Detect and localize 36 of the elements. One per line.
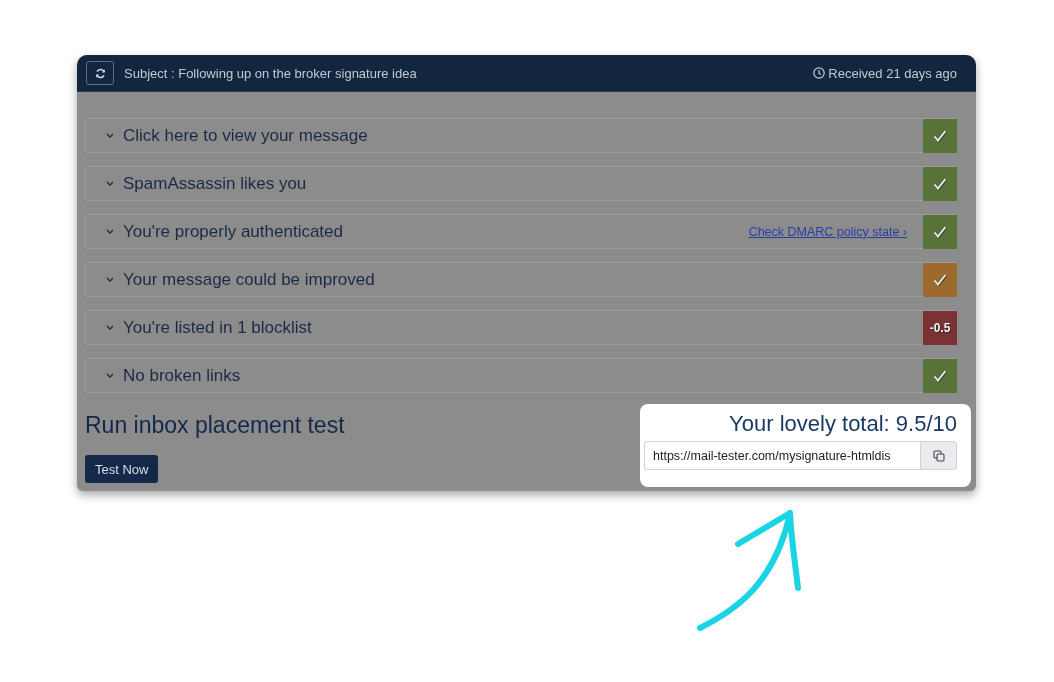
row-title: You're listed in 1 blocklist xyxy=(123,317,312,338)
accordion-row[interactable]: Click here to view your message xyxy=(85,118,957,153)
chevron-down-icon xyxy=(106,133,114,138)
accordion-row[interactable]: You're properly authenticated Check DMARC policy state › xyxy=(85,214,957,249)
tick-icon xyxy=(933,369,947,382)
subject-text: Subject : Following up on the broker signature idea xyxy=(124,65,417,81)
url-field[interactable]: https://mail-tester.com/mysignature-htmldis xyxy=(644,441,920,470)
row-title: You're properly authenticated xyxy=(123,221,343,242)
accordion-row[interactable]: No broken links xyxy=(85,358,957,393)
policy-link[interactable]: Check DMARC policy state › xyxy=(748,224,907,239)
row-title: Click here to view your message xyxy=(123,125,368,146)
chevron-down-icon xyxy=(106,229,114,234)
score-badge: -0.5 xyxy=(923,310,957,345)
chevron-down-icon xyxy=(106,277,114,282)
received-text: Received 21 days ago xyxy=(828,65,957,81)
tick-icon xyxy=(933,129,947,142)
accordion-row[interactable]: You're listed in 1 blocklist -0.5 xyxy=(85,310,957,345)
tick-icon xyxy=(933,177,947,190)
chevron-down-icon xyxy=(106,181,114,186)
section-title: Run inbox placement test xyxy=(85,411,345,439)
accordion-row[interactable]: SpamAssassin likes you xyxy=(85,166,957,201)
copy-button[interactable] xyxy=(920,441,957,470)
tick-icon xyxy=(933,273,947,286)
row-title: Your message could be improved xyxy=(123,269,375,290)
clock-icon xyxy=(813,67,826,79)
test-now-button[interactable]: Test Now xyxy=(85,455,159,483)
chevron-down-icon xyxy=(106,325,114,330)
accordion-row[interactable]: Your message could be improved xyxy=(85,262,957,297)
row-title: SpamAssassin likes you xyxy=(123,173,307,194)
refresh-icon xyxy=(94,67,106,79)
copy-icon xyxy=(932,449,945,462)
refresh-button[interactable] xyxy=(86,61,114,85)
row-title: No broken links xyxy=(123,365,241,386)
chevron-down-icon xyxy=(106,373,114,378)
tick-icon xyxy=(933,225,947,238)
total-score: Your lovely total: 9.5/10 xyxy=(729,410,957,438)
